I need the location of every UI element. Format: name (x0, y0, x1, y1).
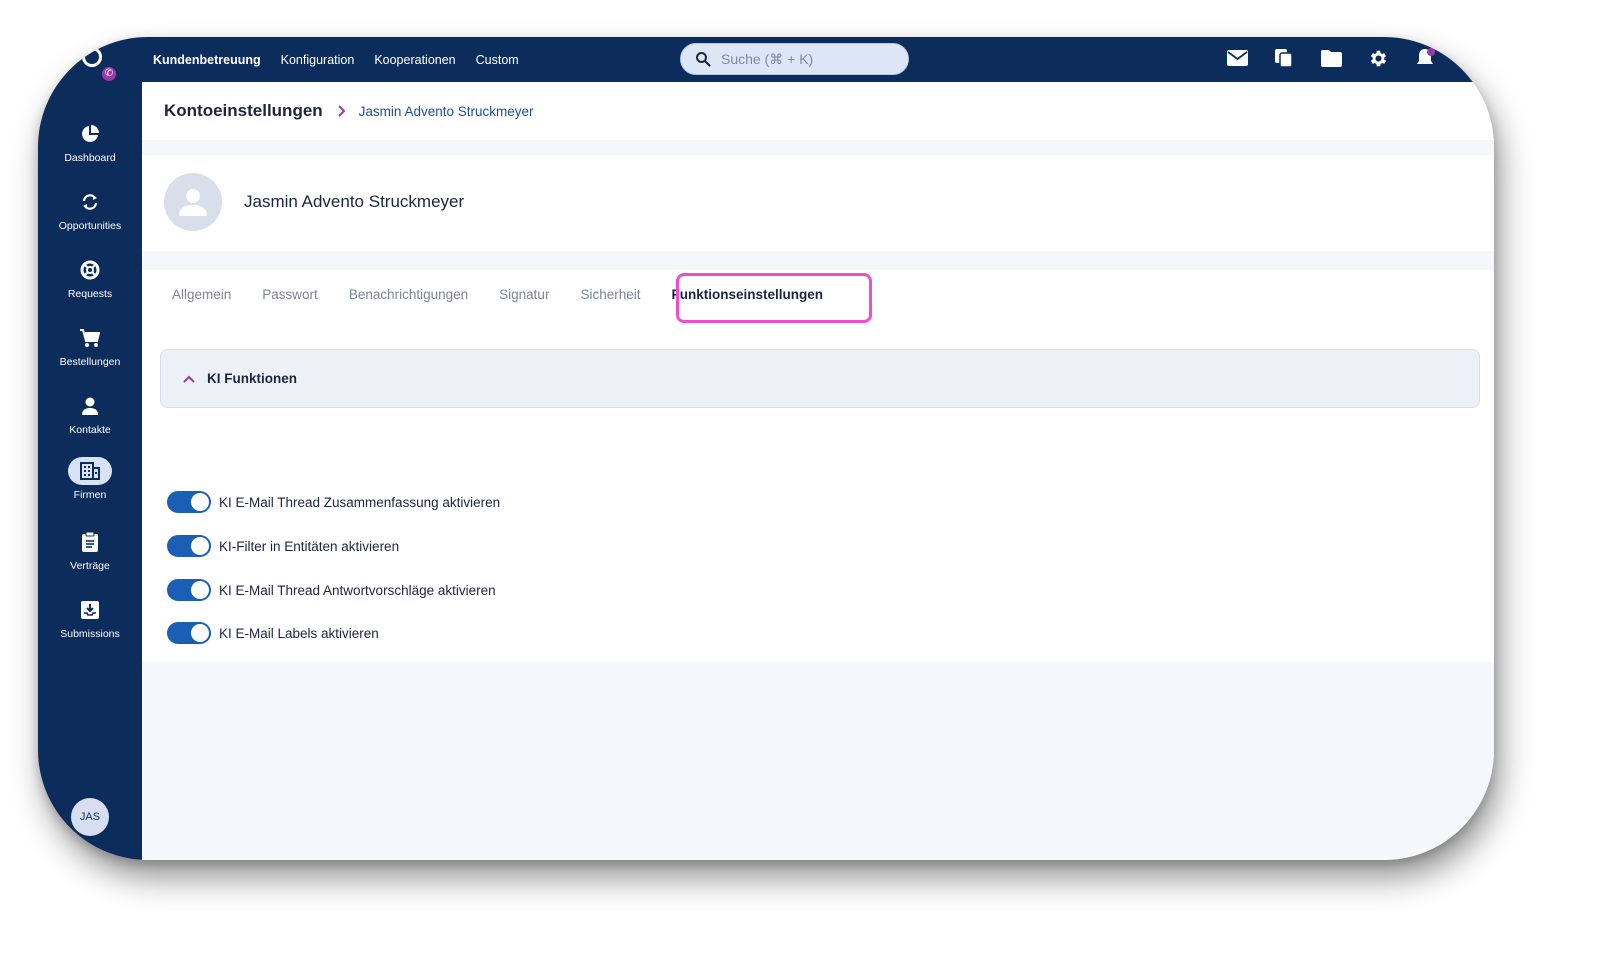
sidebar-item-requests[interactable]: Requests (38, 256, 142, 300)
search-icon (696, 52, 711, 67)
toggle-knob (191, 624, 209, 642)
toggle-knob (191, 493, 209, 511)
toggle-row: KI E-Mail Thread Antwortvorschläge aktiv… (167, 578, 496, 602)
sidebar-item-dashboard[interactable]: Dashboard (38, 120, 142, 164)
toggle-switch[interactable] (167, 491, 211, 513)
top-bar: ✆ Kundenbetreuung Konfiguration Kooperat… (38, 37, 1494, 83)
sidebar-item-bestellungen[interactable]: Bestellungen (38, 324, 142, 368)
toggle-knob (191, 537, 209, 555)
person-icon (68, 392, 112, 420)
search-placeholder: Suche (⌘ + K) (721, 50, 814, 67)
search-input[interactable]: Suche (⌘ + K) (680, 43, 909, 75)
toggle-label: KI E-Mail Labels aktivieren (219, 625, 379, 641)
sidebar-item-label: Opportunities (58, 220, 122, 232)
sidebar-item-opportunities[interactable]: Opportunities (38, 188, 142, 232)
chevron-up-icon (183, 375, 195, 383)
avatar (164, 173, 222, 231)
inbox-download-icon (68, 596, 112, 624)
lifebuoy-icon (68, 256, 112, 284)
person-placeholder-icon (179, 189, 207, 216)
toggle-label: KI E-Mail Thread Antwortvorschläge aktiv… (219, 582, 496, 598)
toggle-row: KI E-Mail Thread Zusammenfassung aktivie… (167, 490, 500, 514)
top-nav-kooperationen[interactable]: Kooperationen (374, 53, 455, 67)
sidebar-item-vertraege[interactable]: Verträge (38, 528, 142, 572)
sidebar-item-label: Firmen (73, 489, 107, 501)
sidebar: Dashboard Opportunities Requests Bestell… (38, 82, 142, 860)
toggle-knob (191, 581, 209, 599)
toggle-switch[interactable] (167, 535, 211, 557)
mail-icon[interactable] (1226, 47, 1248, 69)
breadcrumb: Kontoeinstellungen Jasmin Advento Struck… (142, 82, 1494, 140)
settings-panel: Allgemein Passwort Benachrichtigungen Si… (142, 270, 1494, 662)
top-nav: Kundenbetreuung Konfiguration Kooperatio… (153, 37, 519, 82)
tab-benachrichtigungen[interactable]: Benachrichtigungen (349, 287, 468, 302)
folder-icon[interactable] (1320, 47, 1342, 69)
toggle-row: KI-Filter in Entitäten aktivieren (167, 534, 399, 558)
profile-name: Jasmin Advento Struckmeyer (244, 192, 465, 211)
top-nav-konfiguration[interactable]: Konfiguration (281, 53, 355, 67)
app-logo[interactable]: ✆ (82, 47, 122, 83)
toggle-switch[interactable] (167, 579, 211, 601)
tab-highlight-outline (676, 273, 872, 323)
breadcrumb-current: Jasmin Advento Struckmeyer (358, 103, 534, 119)
logo-badge: ✆ (100, 65, 118, 83)
copy-icon[interactable] (1273, 47, 1295, 69)
settings-icon[interactable] (1367, 47, 1389, 69)
app-window: ✆ Kundenbetreuung Konfiguration Kooperat… (38, 37, 1494, 860)
sidebar-item-label: Bestellungen (59, 356, 121, 368)
accordion-title: KI Funktionen (207, 371, 297, 386)
top-nav-kundenbetreuung[interactable]: Kundenbetreuung (153, 53, 261, 67)
pie-chart-icon (68, 120, 112, 148)
sidebar-item-label: Requests (67, 288, 113, 300)
top-icons (1226, 47, 1436, 69)
toggle-row: KI E-Mail Labels aktivieren (167, 621, 379, 645)
sidebar-item-label: Submissions (60, 628, 120, 640)
tab-passwort[interactable]: Passwort (262, 287, 318, 302)
sidebar-item-firmen[interactable]: Firmen (38, 457, 142, 501)
sidebar-item-kontakte[interactable]: Kontakte (38, 392, 142, 436)
profile-card: Jasmin Advento Struckmeyer (142, 155, 1494, 251)
user-avatar[interactable]: JAS (71, 798, 109, 836)
refresh-icon (68, 188, 112, 216)
logo-ring (82, 47, 102, 67)
sidebar-item-label: Kontakte (69, 424, 111, 436)
tab-allgemein[interactable]: Allgemein (172, 287, 231, 302)
chevron-right-icon (337, 105, 346, 117)
building-icon (68, 457, 112, 485)
bell-icon[interactable] (1414, 47, 1436, 69)
toggle-label: KI E-Mail Thread Zusammenfassung aktivie… (219, 494, 501, 510)
toggle-switch[interactable] (167, 622, 211, 644)
top-nav-custom[interactable]: Custom (476, 53, 519, 67)
accordion-ki-funktionen[interactable]: KI Funktionen (160, 349, 1480, 408)
sidebar-item-label: Dashboard (64, 152, 116, 164)
cart-icon (68, 324, 112, 352)
main-content: Kontoeinstellungen Jasmin Advento Struck… (142, 82, 1494, 860)
toggle-label: KI-Filter in Entitäten aktivieren (219, 538, 400, 554)
sidebar-item-submissions[interactable]: Submissions (38, 596, 142, 640)
tab-signatur[interactable]: Signatur (499, 287, 549, 302)
clipboard-icon (68, 528, 112, 556)
page-title[interactable]: Kontoeinstellungen (164, 101, 323, 121)
sidebar-item-label: Verträge (70, 560, 110, 572)
tab-sicherheit[interactable]: Sicherheit (580, 287, 640, 302)
